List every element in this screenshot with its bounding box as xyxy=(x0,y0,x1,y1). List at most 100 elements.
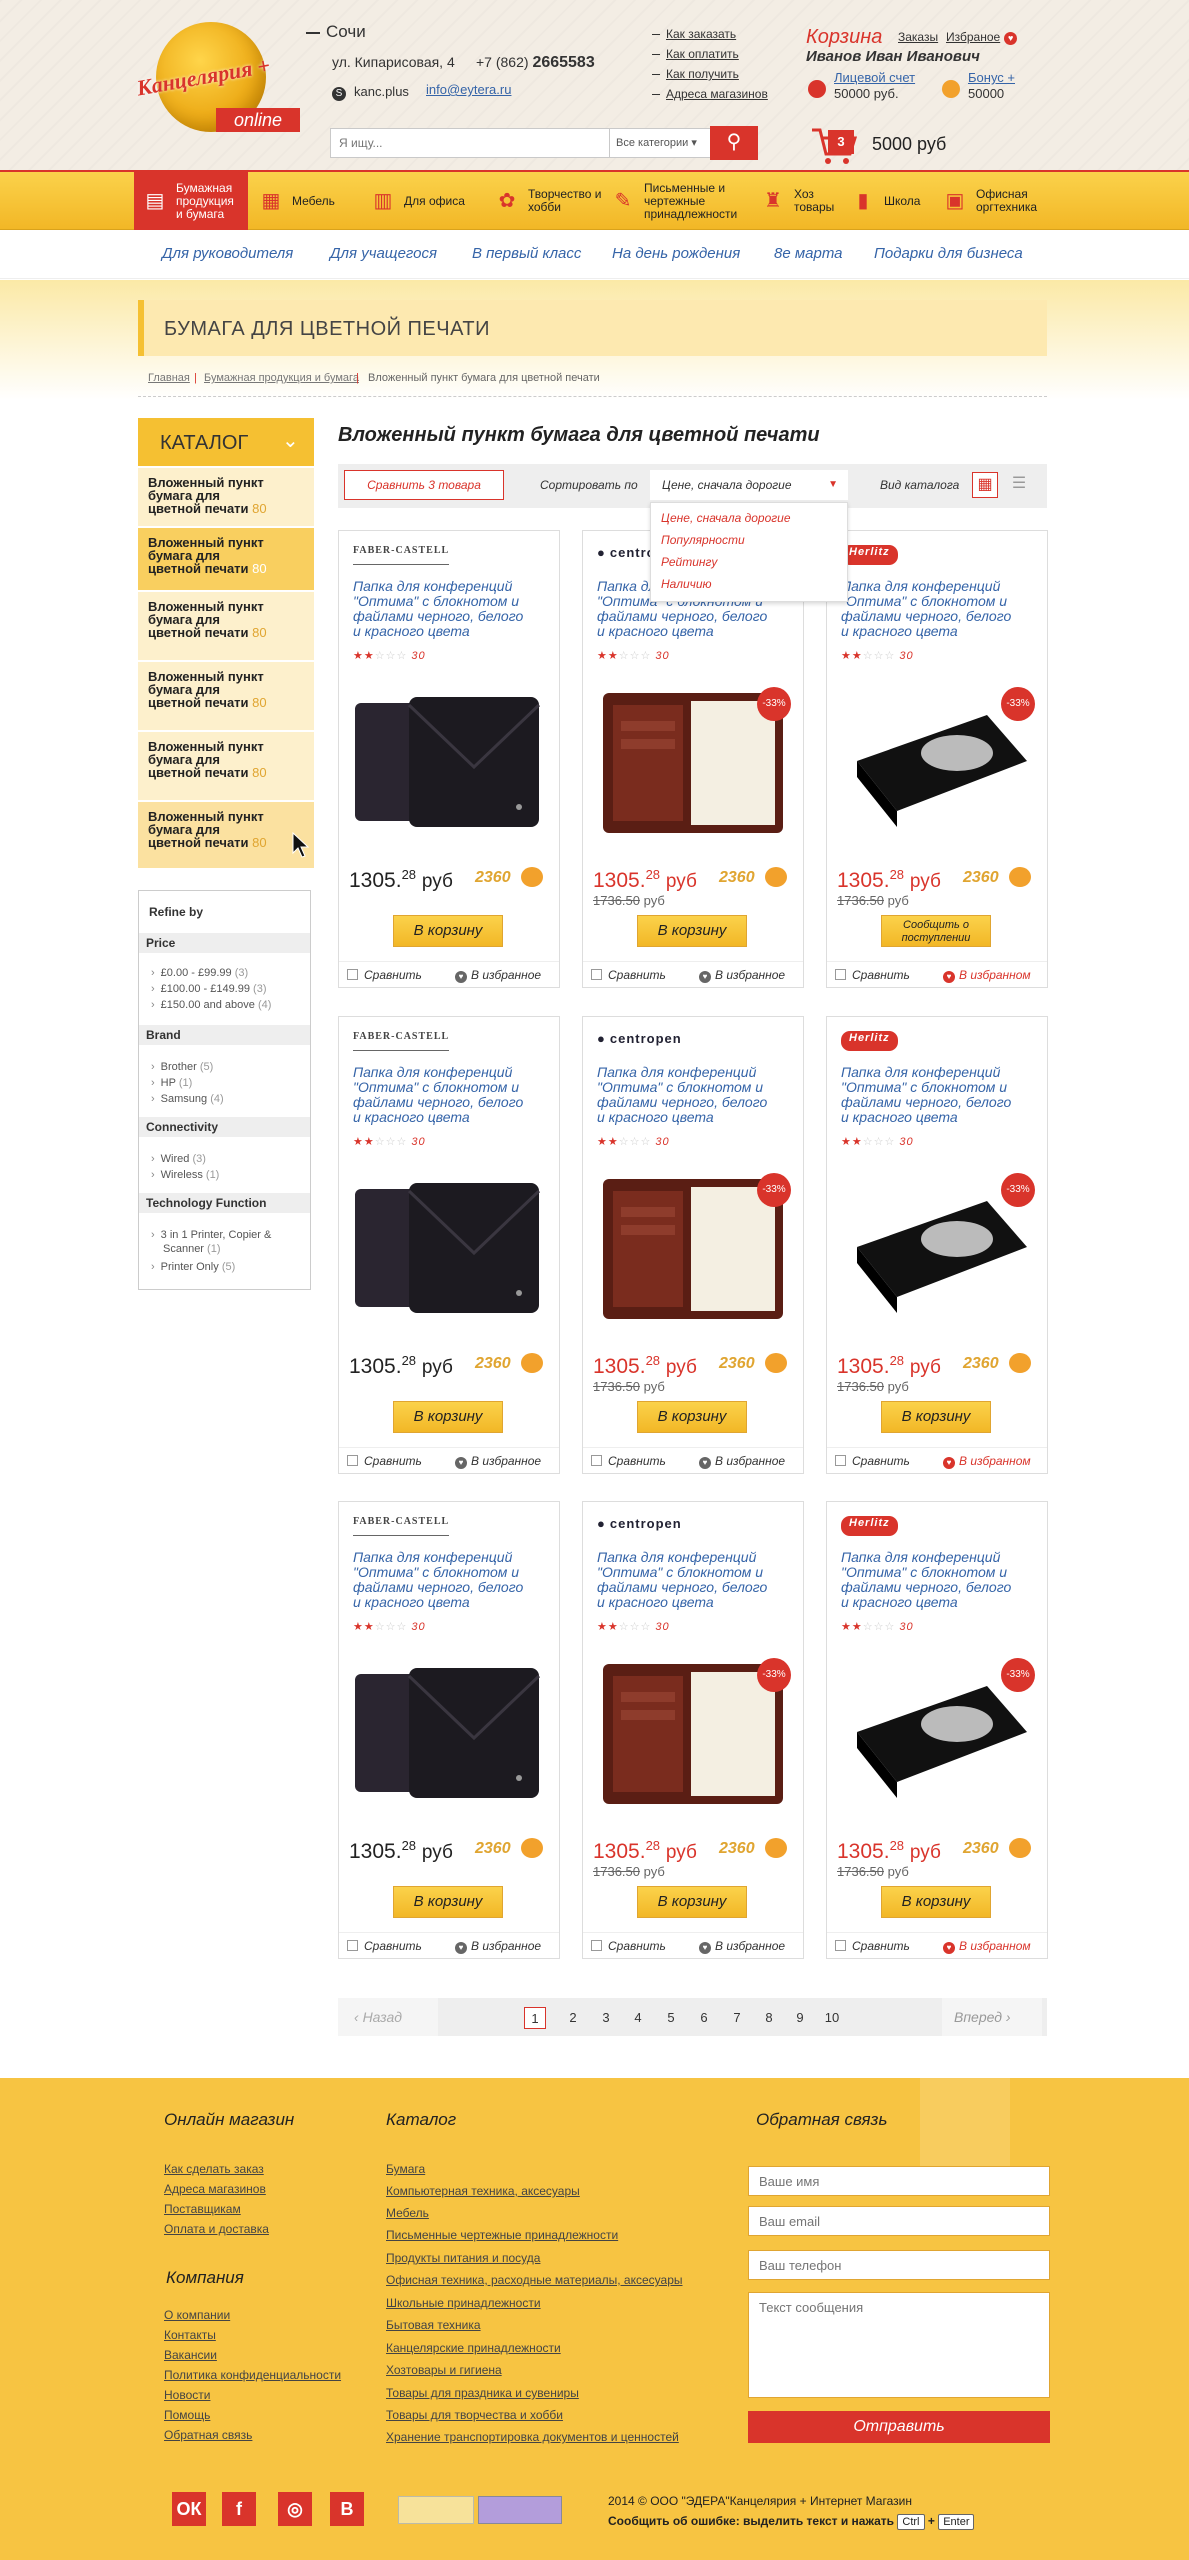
email-link[interactable]: info@eytera.ru xyxy=(426,82,511,97)
favorite-toggle[interactable]: ♥ В избранном xyxy=(943,1939,1031,1954)
filter-option[interactable]: Printer Only (5) xyxy=(151,1261,236,1273)
footer-link[interactable]: Товары для творчества и хобби xyxy=(386,2408,563,2422)
counter-widget[interactable] xyxy=(398,2496,474,2524)
counter-widget[interactable] xyxy=(478,2496,562,2524)
favorite-toggle[interactable]: ♥ В избранное xyxy=(699,1454,785,1469)
footer-link[interactable]: Вакансии xyxy=(164,2348,217,2362)
add-to-cart-button[interactable]: В корзину xyxy=(637,1886,747,1918)
cart-sum[interactable]: 5000 руб xyxy=(872,134,946,155)
odnoklassniki-icon[interactable]: ОК xyxy=(172,2492,206,2526)
product-card[interactable]: FABER-CASTELL Папка для конференций "Оптим… xyxy=(338,1501,560,1959)
add-to-cart-button[interactable]: В корзину xyxy=(393,915,503,947)
rating-stars[interactable]: ★★☆☆☆ 30 xyxy=(353,649,426,662)
favorite-toggle[interactable]: ♥ В избранное xyxy=(455,968,541,983)
nav-writing[interactable]: ✎ Письменные и чертежные принадлежности xyxy=(610,172,754,230)
product-card[interactable]: Herlitz Папка для конференций "Оптима" с б… xyxy=(826,1016,1048,1474)
add-to-cart-button[interactable]: В корзину xyxy=(881,1401,991,1433)
favorite-toggle[interactable]: ♥ В избранное xyxy=(699,1939,785,1954)
page-4[interactable]: 4 xyxy=(627,2007,649,2029)
catalog-item[interactable]: Вложенный пункт бумага для цветной печати … xyxy=(138,528,314,590)
compare-checkbox[interactable]: Сравнить xyxy=(347,968,422,982)
send-button[interactable]: Отправить xyxy=(748,2411,1050,2443)
orders-link[interactable]: Заказы xyxy=(898,30,938,44)
catalog-item[interactable]: Вложенный пункт бумага для цветной печати … xyxy=(138,662,314,730)
favorite-toggle[interactable]: ♥ В избранное xyxy=(699,968,785,983)
link-how-to-order[interactable]: Как заказать xyxy=(652,24,762,44)
rating-stars[interactable]: ★★☆☆☆ 30 xyxy=(841,1620,914,1633)
favorite-toggle[interactable]: ♥ В избранное xyxy=(455,1939,541,1954)
nav-creativity[interactable]: ✿ Творчество и хобби xyxy=(494,172,604,230)
compare-checkbox[interactable]: Сравнить xyxy=(347,1454,422,1468)
footer-link[interactable]: О компании xyxy=(164,2308,230,2322)
filter-option[interactable]: Brother (5) xyxy=(151,1061,214,1073)
product-card[interactable]: centropen Папка для конференций"Оптима" с… xyxy=(582,1016,804,1474)
rating-stars[interactable]: ★★☆☆☆ 30 xyxy=(841,649,914,662)
page-3[interactable]: 3 xyxy=(595,2007,617,2029)
facebook-icon[interactable]: f xyxy=(222,2492,256,2526)
footer-link[interactable]: Поставщикам xyxy=(164,2202,241,2216)
sort-option[interactable]: Рейтингу xyxy=(661,555,717,569)
link-how-to-receive[interactable]: Как получить xyxy=(652,64,762,84)
product-name[interactable]: Папка для конференций"Оптима" с блокното… xyxy=(597,1550,791,1610)
rating-stars[interactable]: ★★☆☆☆ 30 xyxy=(597,1135,670,1148)
breadcrumb-home[interactable]: Главная xyxy=(148,372,190,384)
footer-link[interactable]: Хозтовары и гигиена xyxy=(386,2363,502,2377)
compare-checkbox[interactable]: Сравнить xyxy=(835,968,910,982)
product-image[interactable] xyxy=(349,1167,549,1327)
footer-link[interactable]: Компьютерная техника, аксесуары xyxy=(386,2184,580,2198)
filter-option[interactable]: 3 in 1 Printer, Copier & xyxy=(151,1229,272,1241)
footer-link[interactable]: Канцелярские принадлежности xyxy=(386,2341,561,2355)
add-to-cart-button[interactable]: В корзину xyxy=(881,1886,991,1918)
product-name[interactable]: Папка для конференций"Оптима" с блокното… xyxy=(841,579,1035,639)
filter-option-cont[interactable]: Scanner (1) xyxy=(163,1243,221,1255)
product-name[interactable]: Папка для конференций"Оптима" с блокното… xyxy=(841,1065,1035,1125)
nav-office-equipment[interactable]: ▣ Офисная оргтехника xyxy=(942,172,1046,230)
sort-option[interactable]: Наличию xyxy=(661,577,712,591)
filter-option[interactable]: £150.00 and above (4) xyxy=(151,999,272,1011)
sort-select[interactable]: Цене, сначала дорогие ▼ xyxy=(650,470,848,500)
breadcrumb-paper[interactable]: Бумажная продукция и бумага xyxy=(204,372,359,384)
filter-option[interactable]: HP (1) xyxy=(151,1077,193,1089)
city-select[interactable]: Сочи xyxy=(306,22,366,42)
product-name[interactable]: Папка для конференций"Оптима" с блокното… xyxy=(353,579,547,639)
filter-option[interactable]: £0.00 - £99.99 (3) xyxy=(151,967,248,979)
feedback-email-field[interactable] xyxy=(748,2206,1050,2236)
subnav-march-8[interactable]: 8е марта xyxy=(774,245,843,262)
catalog-item[interactable]: Вложенный пункт бумага для цветной печати … xyxy=(138,468,314,526)
footer-link[interactable]: Помощь xyxy=(164,2408,210,2422)
favorite-toggle[interactable]: ♥ В избранном xyxy=(943,1454,1031,1469)
nav-paper[interactable]: ▤ Бумажная продукция и бумага xyxy=(134,172,248,230)
footer-link[interactable]: Оплата и доставка xyxy=(164,2222,269,2236)
category-select[interactable]: Все категории ▾ xyxy=(610,128,712,158)
page-2[interactable]: 2 xyxy=(562,2007,584,2029)
feedback-message-field[interactable] xyxy=(748,2292,1050,2398)
user-name[interactable]: Иванов Иван Иванович xyxy=(806,48,980,65)
compare-checkbox[interactable]: Сравнить xyxy=(591,1454,666,1468)
catalog-item[interactable]: Вложенный пункт бумага для цветной печати … xyxy=(138,732,314,800)
footer-link[interactable]: Обратная связь xyxy=(164,2428,252,2442)
footer-link[interactable]: Школьные принадлежности xyxy=(386,2296,541,2310)
nav-office[interactable]: ▥ Для офиса xyxy=(370,172,465,230)
product-card[interactable]: centropen Папка для конференций"Оптима" с… xyxy=(582,1501,804,1959)
footer-link[interactable]: Политика конфиденциальности xyxy=(164,2368,341,2382)
page-6[interactable]: 6 xyxy=(693,2007,715,2029)
page-9[interactable]: 9 xyxy=(789,2007,811,2029)
prev-page-button[interactable]: ‹ Назад xyxy=(338,1998,438,2036)
notify-button[interactable]: Сообщить о поступлении xyxy=(881,915,991,947)
subnav-for-student[interactable]: Для учащегося xyxy=(330,245,437,262)
footer-link[interactable]: Адреса магазинов xyxy=(164,2182,266,2196)
product-name[interactable]: Папка для конференций"Оптима" с блокното… xyxy=(353,1065,547,1125)
footer-link[interactable]: Бумага xyxy=(386,2162,425,2176)
footer-link[interactable]: Офисная техника, расходные материалы, ак… xyxy=(386,2273,683,2287)
subnav-first-grade[interactable]: В первый класс xyxy=(472,245,581,262)
compare-checkbox[interactable]: Сравнить xyxy=(835,1454,910,1468)
add-to-cart-button[interactable]: В корзину xyxy=(393,1401,503,1433)
rating-stars[interactable]: ★★☆☆☆ 30 xyxy=(597,1620,670,1633)
compare-checkbox[interactable]: Сравнить xyxy=(591,968,666,982)
product-card[interactable]: FABER-CASTELL Папка для конференций "Оптим… xyxy=(338,530,560,988)
favorite-toggle[interactable]: ♥ В избранное xyxy=(455,1454,541,1469)
link-store-addresses[interactable]: Адреса магазинов xyxy=(652,84,768,104)
feedback-name-field[interactable] xyxy=(748,2166,1050,2196)
page-10[interactable]: 10 xyxy=(821,2007,843,2029)
nav-household[interactable]: ♜ Хоз товары xyxy=(760,172,838,230)
